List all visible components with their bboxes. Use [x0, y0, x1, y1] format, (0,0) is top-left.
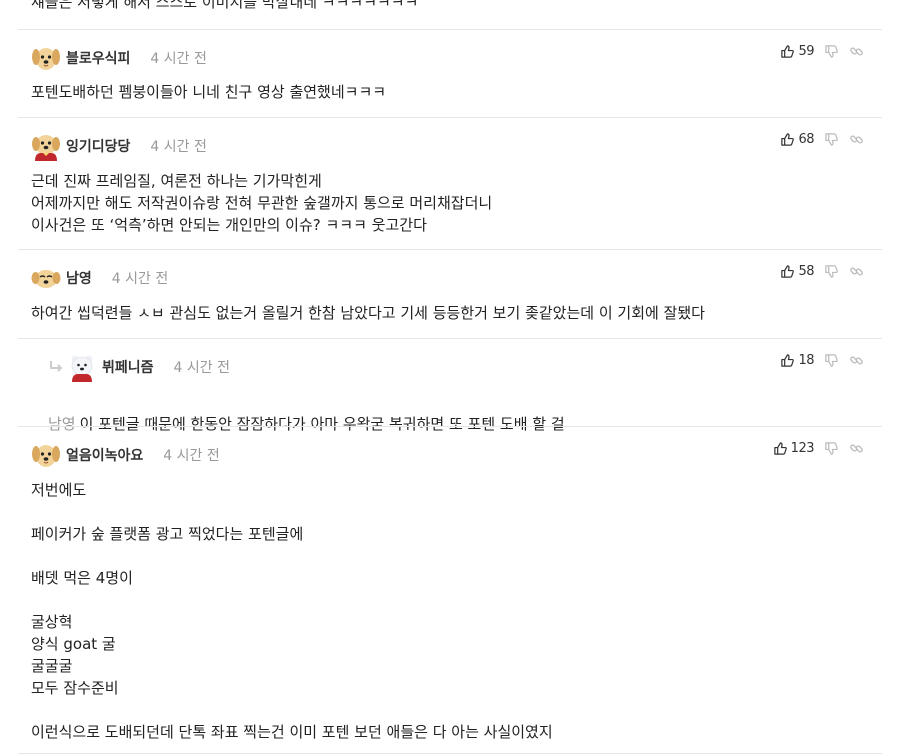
dislike-button[interactable]	[824, 353, 839, 368]
comment-header: 남영 4 시간 전	[31, 262, 168, 294]
comment-time: 4 시간 전	[150, 51, 207, 67]
dog-avatar-icon[interactable]	[31, 131, 61, 161]
thumbs-up-icon	[773, 442, 787, 455]
dislike-button[interactable]	[824, 441, 839, 456]
comment-item: 얼음이녹아요 4 시간 전 123 저번에도 페이커가 숲 플랫폼 광고 찍었다…	[18, 426, 882, 754]
bear-avatar-icon[interactable]	[67, 352, 97, 382]
comment-text: 근데 진짜 프레임질, 여론전 하나는 기가막힌게 어제까지만 해도 저작권이슈…	[31, 172, 493, 234]
comment-time: 4 시간 전	[111, 271, 169, 287]
comment-item: 남영 4 시간 전 58 하여간 씹덕련들 ㅅㅂ 관심도 없는거 올릴거 한참 …	[18, 249, 882, 338]
comment-time: 4 시간 전	[163, 448, 220, 464]
comment-author[interactable]: 남영	[66, 268, 92, 288]
comment-author[interactable]: 잉기디당당	[66, 136, 130, 156]
comment-actions: 123	[763, 441, 864, 456]
comment-time: 4 시간 전	[173, 360, 230, 376]
like-button[interactable]: 123	[773, 441, 815, 456]
comment-header: 블로우식피 4 시간 전	[31, 42, 207, 74]
link-button[interactable]	[849, 441, 864, 456]
like-button[interactable]: 18	[780, 353, 814, 368]
link-icon	[850, 444, 863, 453]
thumbs-up-icon	[781, 45, 795, 58]
dislike-button[interactable]	[824, 264, 839, 279]
thumbs-down-icon	[825, 133, 838, 146]
link-icon	[850, 47, 863, 56]
comment-header: 잉기디당당 4 시간 전	[31, 130, 207, 162]
comment-text: 포텐도배하던 펨붕이들아 니네 친구 영상 출연했네ㅋㅋㅋ	[31, 83, 387, 101]
comment-actions: 68	[770, 132, 864, 147]
like-count: 123	[790, 441, 815, 456]
link-button[interactable]	[849, 264, 864, 279]
comment-header: 뷔페니즘 4 시간 전	[48, 351, 230, 383]
comment-item: 블로우식피 4 시간 전 59 포텐도배하던 펨붕이들아 니네 친구 영상 출연…	[18, 29, 882, 117]
thumbs-down-icon	[825, 354, 838, 367]
dog-avatar-icon[interactable]	[31, 440, 61, 470]
comment-author[interactable]: 얼음이녹아요	[66, 445, 143, 465]
link-button[interactable]	[849, 44, 864, 59]
link-button[interactable]	[849, 353, 864, 368]
thumbs-up-icon	[781, 354, 795, 367]
like-count: 68	[798, 132, 814, 147]
like-button[interactable]: 68	[780, 132, 814, 147]
link-icon	[850, 135, 863, 144]
comment-time: 4 시간 전	[150, 139, 207, 155]
dislike-button[interactable]	[824, 132, 839, 147]
link-button[interactable]	[849, 132, 864, 147]
comment-actions: 59	[770, 44, 864, 59]
thumbs-down-icon	[825, 265, 838, 278]
reply-item: 뷔페니즘 4 시간 전 18 남영 이 포텐글 때문에 한동안 잠잠하다가 아마 …	[18, 338, 882, 433]
like-button[interactable]: 58	[780, 264, 814, 279]
dog-avatar-icon[interactable]	[31, 263, 61, 293]
dislike-button[interactable]	[824, 44, 839, 59]
like-count: 59	[798, 44, 814, 59]
comment-actions: 58	[770, 264, 864, 279]
reply-arrow-icon	[50, 361, 62, 372]
thumbs-down-icon	[825, 442, 838, 455]
comment-actions: 18	[770, 353, 864, 368]
comment-author[interactable]: 블로우식피	[66, 48, 130, 68]
comment-text: 저번에도 페이커가 숲 플랫폼 광고 찍었다는 포텐글에 배뎃 먹은 4명이 굴…	[31, 481, 553, 741]
like-count: 58	[798, 264, 814, 279]
partial-comment-text: 섀들은 서렇게 해서 스스로 이미지를 박살내네 ㅋㅋㅋㅋㅋㅋㅋ	[31, 0, 419, 11]
thumbs-up-icon	[781, 265, 795, 278]
thumbs-up-icon	[781, 133, 795, 146]
link-icon	[850, 267, 863, 276]
dog-avatar-icon[interactable]	[31, 43, 61, 73]
comment-author[interactable]: 뷔페니즘	[102, 357, 154, 377]
comment-text: 하여간 씹덕련들 ㅅㅂ 관심도 없는거 올릴거 한참 남았다고 기세 등등한거 …	[31, 304, 705, 322]
like-count: 18	[798, 353, 814, 368]
link-icon	[850, 356, 863, 365]
thumbs-down-icon	[825, 45, 838, 58]
comment-header: 얼음이녹아요 4 시간 전	[31, 439, 220, 471]
divider	[18, 753, 882, 754]
comment-item: 잉기디당당 4 시간 전 68 근데 진짜 프레임질, 여론전 하나는 기가막힌…	[18, 117, 882, 249]
like-button[interactable]: 59	[780, 44, 814, 59]
